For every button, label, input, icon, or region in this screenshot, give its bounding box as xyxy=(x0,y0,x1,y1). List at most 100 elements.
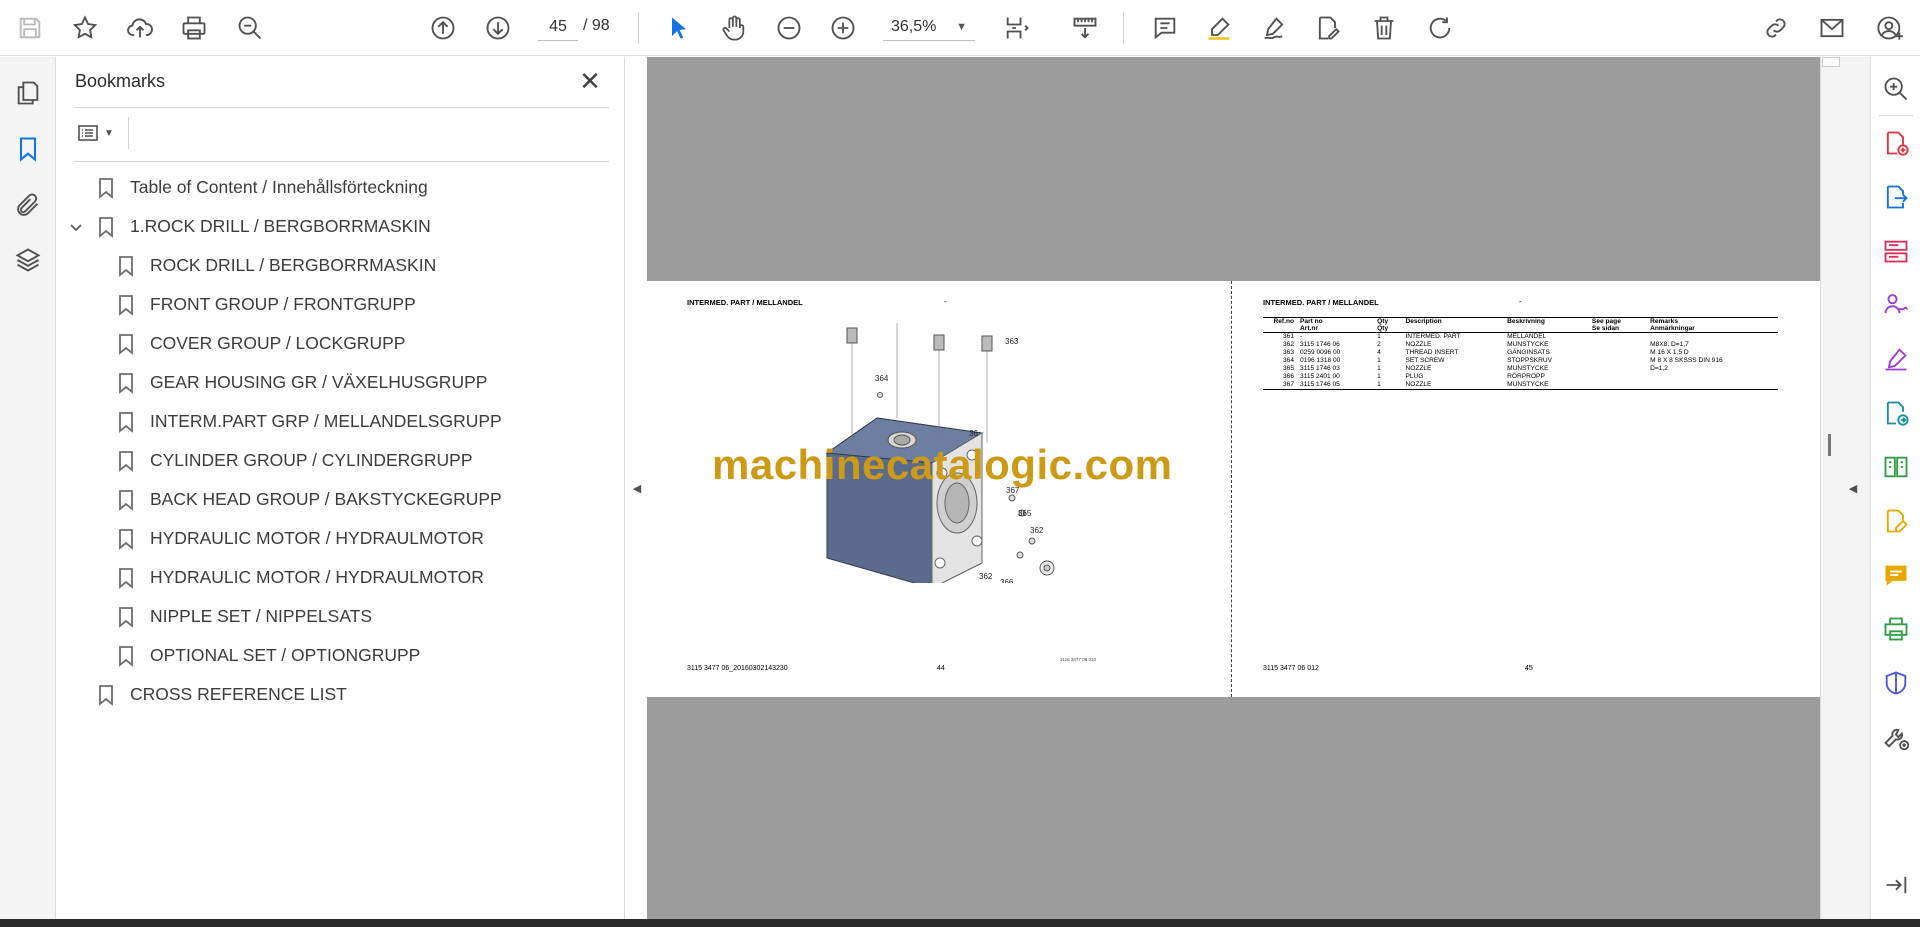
bookmark-label: FRONT GROUP / FRONTGRUPP xyxy=(150,294,416,314)
cell-beskr: MUNSTYCKE xyxy=(1507,341,1549,348)
zoom-search-icon[interactable] xyxy=(1878,71,1914,107)
cell-remarks: M8X8, D=1,7 xyxy=(1650,341,1689,348)
pages-icon[interactable] xyxy=(8,73,48,113)
create-pdf-icon[interactable] xyxy=(1878,125,1914,161)
left-page-number: 44 xyxy=(937,665,945,672)
convert-pdf-icon[interactable] xyxy=(1878,395,1914,431)
delete-icon[interactable] xyxy=(1364,8,1404,48)
bookmark-item[interactable]: CYLINDER GROUP / CYLINDERGRUPP xyxy=(56,441,625,480)
page-total: / 98 xyxy=(583,17,610,34)
page-spread: INTERMED. PART / MELLANDEL - 363 364 36 … xyxy=(647,281,1820,697)
cell-qty: 1 xyxy=(1377,373,1381,380)
compare-files-icon[interactable] xyxy=(1878,449,1914,485)
bookmark-item[interactable]: INTERM.PART GRP / MELLANDELSGRUPP xyxy=(56,402,625,441)
print-icon[interactable] xyxy=(174,8,214,48)
col-qty: Qty Qty xyxy=(1374,317,1403,333)
cell-beskr: MUNSTYCKE xyxy=(1504,381,1589,390)
protect-icon[interactable] xyxy=(1878,665,1914,701)
cell-part: 0196 1318 00 xyxy=(1300,357,1341,364)
star-icon[interactable] xyxy=(65,8,105,48)
bookmark-icon xyxy=(116,605,136,629)
cell-see xyxy=(1589,357,1647,365)
layers-icon[interactable] xyxy=(8,240,48,280)
zoom-level-select[interactable]: 36,5% ▼ xyxy=(883,13,975,41)
list-options-icon xyxy=(78,125,98,141)
edit-pdf-icon[interactable] xyxy=(1878,503,1914,539)
page-fit-icon[interactable] xyxy=(992,8,1042,48)
scroll-mode-icon[interactable] xyxy=(1062,8,1108,48)
highlight-icon[interactable] xyxy=(1199,8,1239,48)
zoom-in-icon[interactable] xyxy=(823,8,863,48)
select-cursor-icon[interactable] xyxy=(659,8,699,48)
cell-see xyxy=(1589,349,1647,357)
email-icon[interactable] xyxy=(1812,8,1852,48)
zoom-out-icon[interactable] xyxy=(769,8,809,48)
table-row: 362 3115 1746 06 2 NOZZLE MUNSTYCKE M8X8, D=1… xyxy=(1263,341,1778,349)
collapse-pane-icon[interactable] xyxy=(1878,867,1914,903)
bookmark-icon[interactable] xyxy=(8,129,48,169)
save-icon[interactable] xyxy=(10,8,50,48)
bookmark-item[interactable]: ROCK DRILL / BERGBORRMASKIN xyxy=(56,246,625,285)
cell-qty: 1 xyxy=(1377,333,1381,340)
scan-ocr-icon[interactable] xyxy=(1878,611,1914,647)
upload-icon[interactable] xyxy=(120,8,160,48)
cell-part: 3115 2401 00 xyxy=(1300,373,1340,380)
bookmark-item[interactable]: HYDRAULIC MOTOR / HYDRAULMOTOR xyxy=(56,558,625,597)
comment-icon[interactable] xyxy=(1145,8,1185,48)
more-tools-icon[interactable] xyxy=(1878,719,1914,755)
col-remarks: Remarks Anmärkningar xyxy=(1647,317,1778,333)
collapse-left-panel-icon[interactable]: ◀ xyxy=(630,478,644,498)
hand-icon[interactable] xyxy=(714,8,754,48)
document-scrollbar[interactable] xyxy=(1820,57,1870,919)
cell-ref: 361 xyxy=(1282,333,1294,340)
attachment-icon[interactable] xyxy=(8,185,48,225)
edit-text-icon[interactable] xyxy=(1308,8,1348,48)
rotate-icon[interactable] xyxy=(1420,8,1460,48)
bookmark-options-button[interactable]: ▼ xyxy=(76,115,124,151)
cell-beskr: STOPPSKRUV xyxy=(1507,357,1553,364)
bookmark-icon xyxy=(116,254,136,278)
bookmark-item[interactable]: BACK HEAD GROUP / BAKSTYCKEGRUPP xyxy=(56,480,625,519)
bookmark-label: HYDRAULIC MOTOR / HYDRAULMOTOR xyxy=(150,528,484,548)
watermark: machinecatalogic.com xyxy=(712,441,1173,488)
fill-sign-icon[interactable] xyxy=(1878,341,1914,377)
collapse-right-panel-icon[interactable]: ◀ xyxy=(1846,478,1860,498)
document-view[interactable]: INTERMED. PART / MELLANDEL - 363 364 36 … xyxy=(647,57,1820,919)
bookmark-item[interactable]: CROSS REFERENCE LIST xyxy=(56,675,625,714)
bookmark-label: OPTIONAL SET / OPTIONGRUPP xyxy=(150,645,421,665)
left-page-header-dash: - xyxy=(944,297,947,306)
bookmark-item[interactable]: NIPPLE SET / NIPPELSATS xyxy=(56,597,625,636)
bookmark-item[interactable]: COVER GROUP / LOCKGRUPP xyxy=(56,324,625,363)
table-row: 361- 1 INTERMED. PART MELLANDEL xyxy=(1263,333,1778,342)
bookmark-item[interactable]: HYDRAULIC MOTOR / HYDRAULMOTOR xyxy=(56,519,625,558)
callout-364: 364 xyxy=(875,374,889,383)
scrollbar-thumb[interactable] xyxy=(1828,434,1831,456)
bookmark-item[interactable]: OPTIONAL SET / OPTIONGRUPP xyxy=(56,636,625,675)
comment-tool-icon[interactable] xyxy=(1878,557,1914,593)
close-icon[interactable]: ✕ xyxy=(576,66,604,96)
cell-remarks xyxy=(1647,373,1778,381)
account-icon[interactable] xyxy=(1870,8,1910,48)
scroll-top-handle[interactable] xyxy=(1822,57,1840,67)
export-pdf-icon[interactable] xyxy=(1878,179,1914,215)
search-icon[interactable] xyxy=(230,8,270,48)
bookmark-item[interactable]: 1.ROCK DRILL / BERGBORRMASKIN xyxy=(56,207,625,246)
chevron-down-icon: ▼ xyxy=(104,127,114,139)
chevron-down-icon[interactable] xyxy=(68,219,84,235)
bookmark-item[interactable]: FRONT GROUP / FRONTGRUPP xyxy=(56,285,625,324)
page-number-input[interactable] xyxy=(538,13,578,41)
arrow-down-circle-icon[interactable] xyxy=(478,8,518,48)
organize-pages-icon[interactable] xyxy=(1878,233,1914,269)
right-page-header-dash: - xyxy=(1519,297,1522,306)
callout-361: 36 xyxy=(969,429,978,438)
arrow-up-circle-icon[interactable] xyxy=(423,8,463,48)
bookmark-item[interactable]: GEAR HOUSING GR / VÄXELHUSGRUPP xyxy=(56,363,625,402)
cell-part: 0259 0096 00 xyxy=(1300,349,1341,356)
cell-desc: NOZZLE xyxy=(1402,381,1505,390)
request-signature-icon[interactable] xyxy=(1878,287,1914,323)
bookmarks-panel: Bookmarks ✕ ▼ Table of Content / Innehål… xyxy=(56,57,625,919)
bookmark-item[interactable]: Table of Content / Innehållsförteckning xyxy=(56,168,625,207)
draw-icon[interactable] xyxy=(1254,8,1294,48)
col-desc: Description xyxy=(1402,317,1505,333)
share-link-icon[interactable] xyxy=(1756,8,1796,48)
